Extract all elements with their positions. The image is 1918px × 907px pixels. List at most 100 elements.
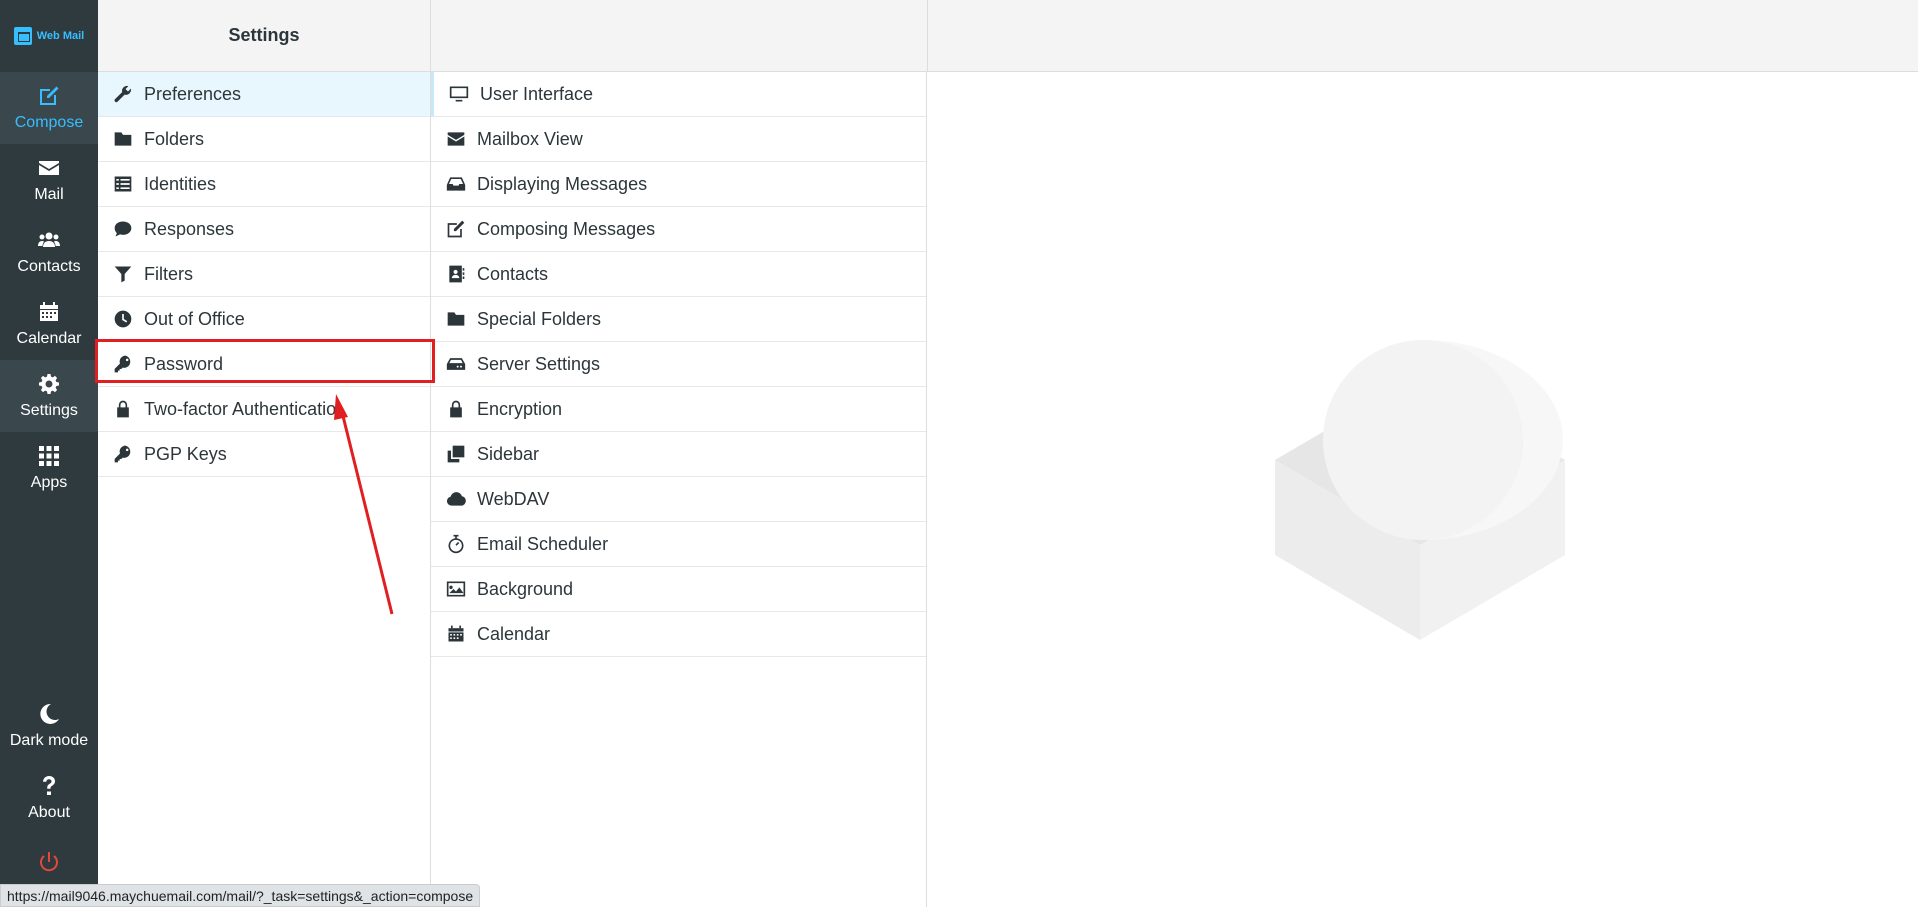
- section-label: Responses: [144, 218, 235, 239]
- pref-encryption[interactable]: Encryption: [431, 387, 926, 432]
- lock-icon: [450, 400, 462, 418]
- pref-label: User Interface: [480, 83, 594, 104]
- nav-settings[interactable]: Settings: [0, 360, 98, 432]
- nav-mail[interactable]: Mail: [0, 144, 98, 216]
- pref-server-settings[interactable]: Server Settings: [431, 342, 926, 387]
- pref-webdav[interactable]: WebDAV: [431, 477, 926, 522]
- nav-label: Dark mode: [9, 732, 89, 749]
- wrench-icon: [114, 85, 132, 103]
- pref-email-scheduler[interactable]: Email Scheduler: [431, 522, 926, 567]
- nav-calendar[interactable]: Calendar: [0, 288, 98, 360]
- nav-contacts[interactable]: Contacts: [0, 216, 98, 288]
- pref-label: Mailbox View: [477, 128, 583, 149]
- image-icon: [446, 581, 466, 597]
- main-navigation: Web Mail Compose Mail Contacts Calendar …: [0, 0, 98, 907]
- nav-label: Compose: [14, 114, 84, 131]
- monitor-icon: [449, 86, 469, 102]
- mail-icon: [39, 161, 59, 175]
- content-header: [927, 0, 1918, 72]
- nav-label: Calendar: [16, 330, 82, 347]
- edit-icon: [447, 220, 465, 238]
- address-book-icon: [449, 265, 465, 283]
- moon-icon: [40, 703, 59, 724]
- section-label: Folders: [144, 128, 205, 149]
- cloud-icon: [446, 492, 466, 506]
- pref-user-interface[interactable]: User Interface: [431, 72, 926, 117]
- question-icon: [43, 776, 55, 795]
- section-label: Two-factor Authenticatio: [144, 398, 337, 419]
- pref-label: Contacts: [477, 263, 549, 284]
- pref-label: Special Folders: [477, 308, 602, 329]
- password-highlight-box: [95, 339, 435, 383]
- pref-background[interactable]: Background: [431, 567, 926, 612]
- section-folders[interactable]: Folders: [98, 117, 430, 162]
- pref-label: Encryption: [477, 398, 563, 419]
- nav-label: Settings: [20, 402, 78, 419]
- logout-button[interactable]: [0, 846, 98, 878]
- stopwatch-icon: [448, 534, 464, 554]
- status-url: https://mail9046.maychuemail.com/mail/?_…: [0, 884, 481, 907]
- pref-label: Server Settings: [477, 353, 601, 374]
- nav-about[interactable]: About: [0, 762, 98, 834]
- app-logo[interactable]: Web Mail: [0, 0, 98, 72]
- power-icon: [40, 852, 58, 872]
- mail-logo-icon: [13, 27, 32, 45]
- folder-icon: [447, 312, 465, 326]
- nav-apps[interactable]: Apps: [0, 432, 98, 504]
- nav-label: Apps: [30, 474, 68, 491]
- section-responses[interactable]: Responses: [98, 207, 430, 252]
- pref-displaying-messages[interactable]: Displaying Messages: [431, 162, 926, 207]
- key-icon: [114, 445, 131, 463]
- settings-sections-list: Preferences Folders Identities Responses…: [98, 72, 430, 907]
- pref-label: Composing Messages: [477, 218, 656, 239]
- pref-composing-messages[interactable]: Composing Messages: [431, 207, 926, 252]
- section-two-factor[interactable]: Two-factor Authenticatio: [98, 387, 430, 432]
- calendar-icon: [448, 625, 464, 642]
- filter-icon: [114, 266, 132, 283]
- folder-icon: [114, 132, 132, 146]
- pref-label: Sidebar: [477, 443, 540, 464]
- clock-icon: [114, 310, 132, 328]
- section-label: Identities: [144, 173, 217, 194]
- nav-label: Mail: [34, 186, 64, 203]
- nav-dark-mode[interactable]: Dark mode: [0, 690, 98, 762]
- section-preferences[interactable]: Preferences: [98, 72, 430, 117]
- lock-icon: [117, 400, 129, 418]
- logo-text: Web Mail: [36, 30, 85, 42]
- envelope-icon: [447, 132, 465, 146]
- pref-special-folders[interactable]: Special Folders: [431, 297, 926, 342]
- gear-icon: [39, 374, 59, 394]
- app-window: Web Mail Compose Mail Contacts Calendar …: [0, 0, 1918, 907]
- section-identities[interactable]: Identities: [98, 162, 430, 207]
- clone-icon: [447, 445, 465, 463]
- nav-label: Contacts: [17, 258, 81, 275]
- section-label: Preferences: [144, 83, 242, 104]
- apps-icon: [39, 446, 59, 466]
- list-icon: [114, 176, 132, 192]
- inbox-icon: [446, 177, 466, 191]
- section-pgp-keys[interactable]: PGP Keys: [98, 432, 430, 477]
- pref-label: Background: [477, 578, 574, 599]
- compose-icon: [40, 86, 59, 105]
- section-label: Filters: [144, 263, 193, 284]
- preferences-list: User Interface Mailbox View Displaying M…: [430, 72, 927, 907]
- settings-header: Settings: [98, 0, 430, 72]
- pref-contacts[interactable]: Contacts: [431, 252, 926, 297]
- server-icon: [446, 358, 466, 370]
- section-label: Out of Office: [144, 308, 245, 329]
- pref-label: Calendar: [477, 623, 551, 644]
- watermark-logo-icon: [1275, 340, 1565, 640]
- pref-sidebar[interactable]: Sidebar: [431, 432, 926, 477]
- comment-icon: [114, 221, 132, 237]
- pref-calendar[interactable]: Calendar: [431, 612, 926, 657]
- page-title: Settings: [228, 25, 300, 45]
- pref-label: Displaying Messages: [477, 173, 648, 194]
- pref-label: WebDAV: [477, 488, 550, 509]
- pref-mailbox-view[interactable]: Mailbox View: [431, 117, 926, 162]
- nav-compose[interactable]: Compose: [0, 72, 98, 144]
- contacts-icon: [38, 232, 60, 247]
- section-out-of-office[interactable]: Out of Office: [98, 297, 430, 342]
- section-filters[interactable]: Filters: [98, 252, 430, 297]
- section-label: PGP Keys: [144, 443, 227, 464]
- nav-label: About: [28, 804, 70, 821]
